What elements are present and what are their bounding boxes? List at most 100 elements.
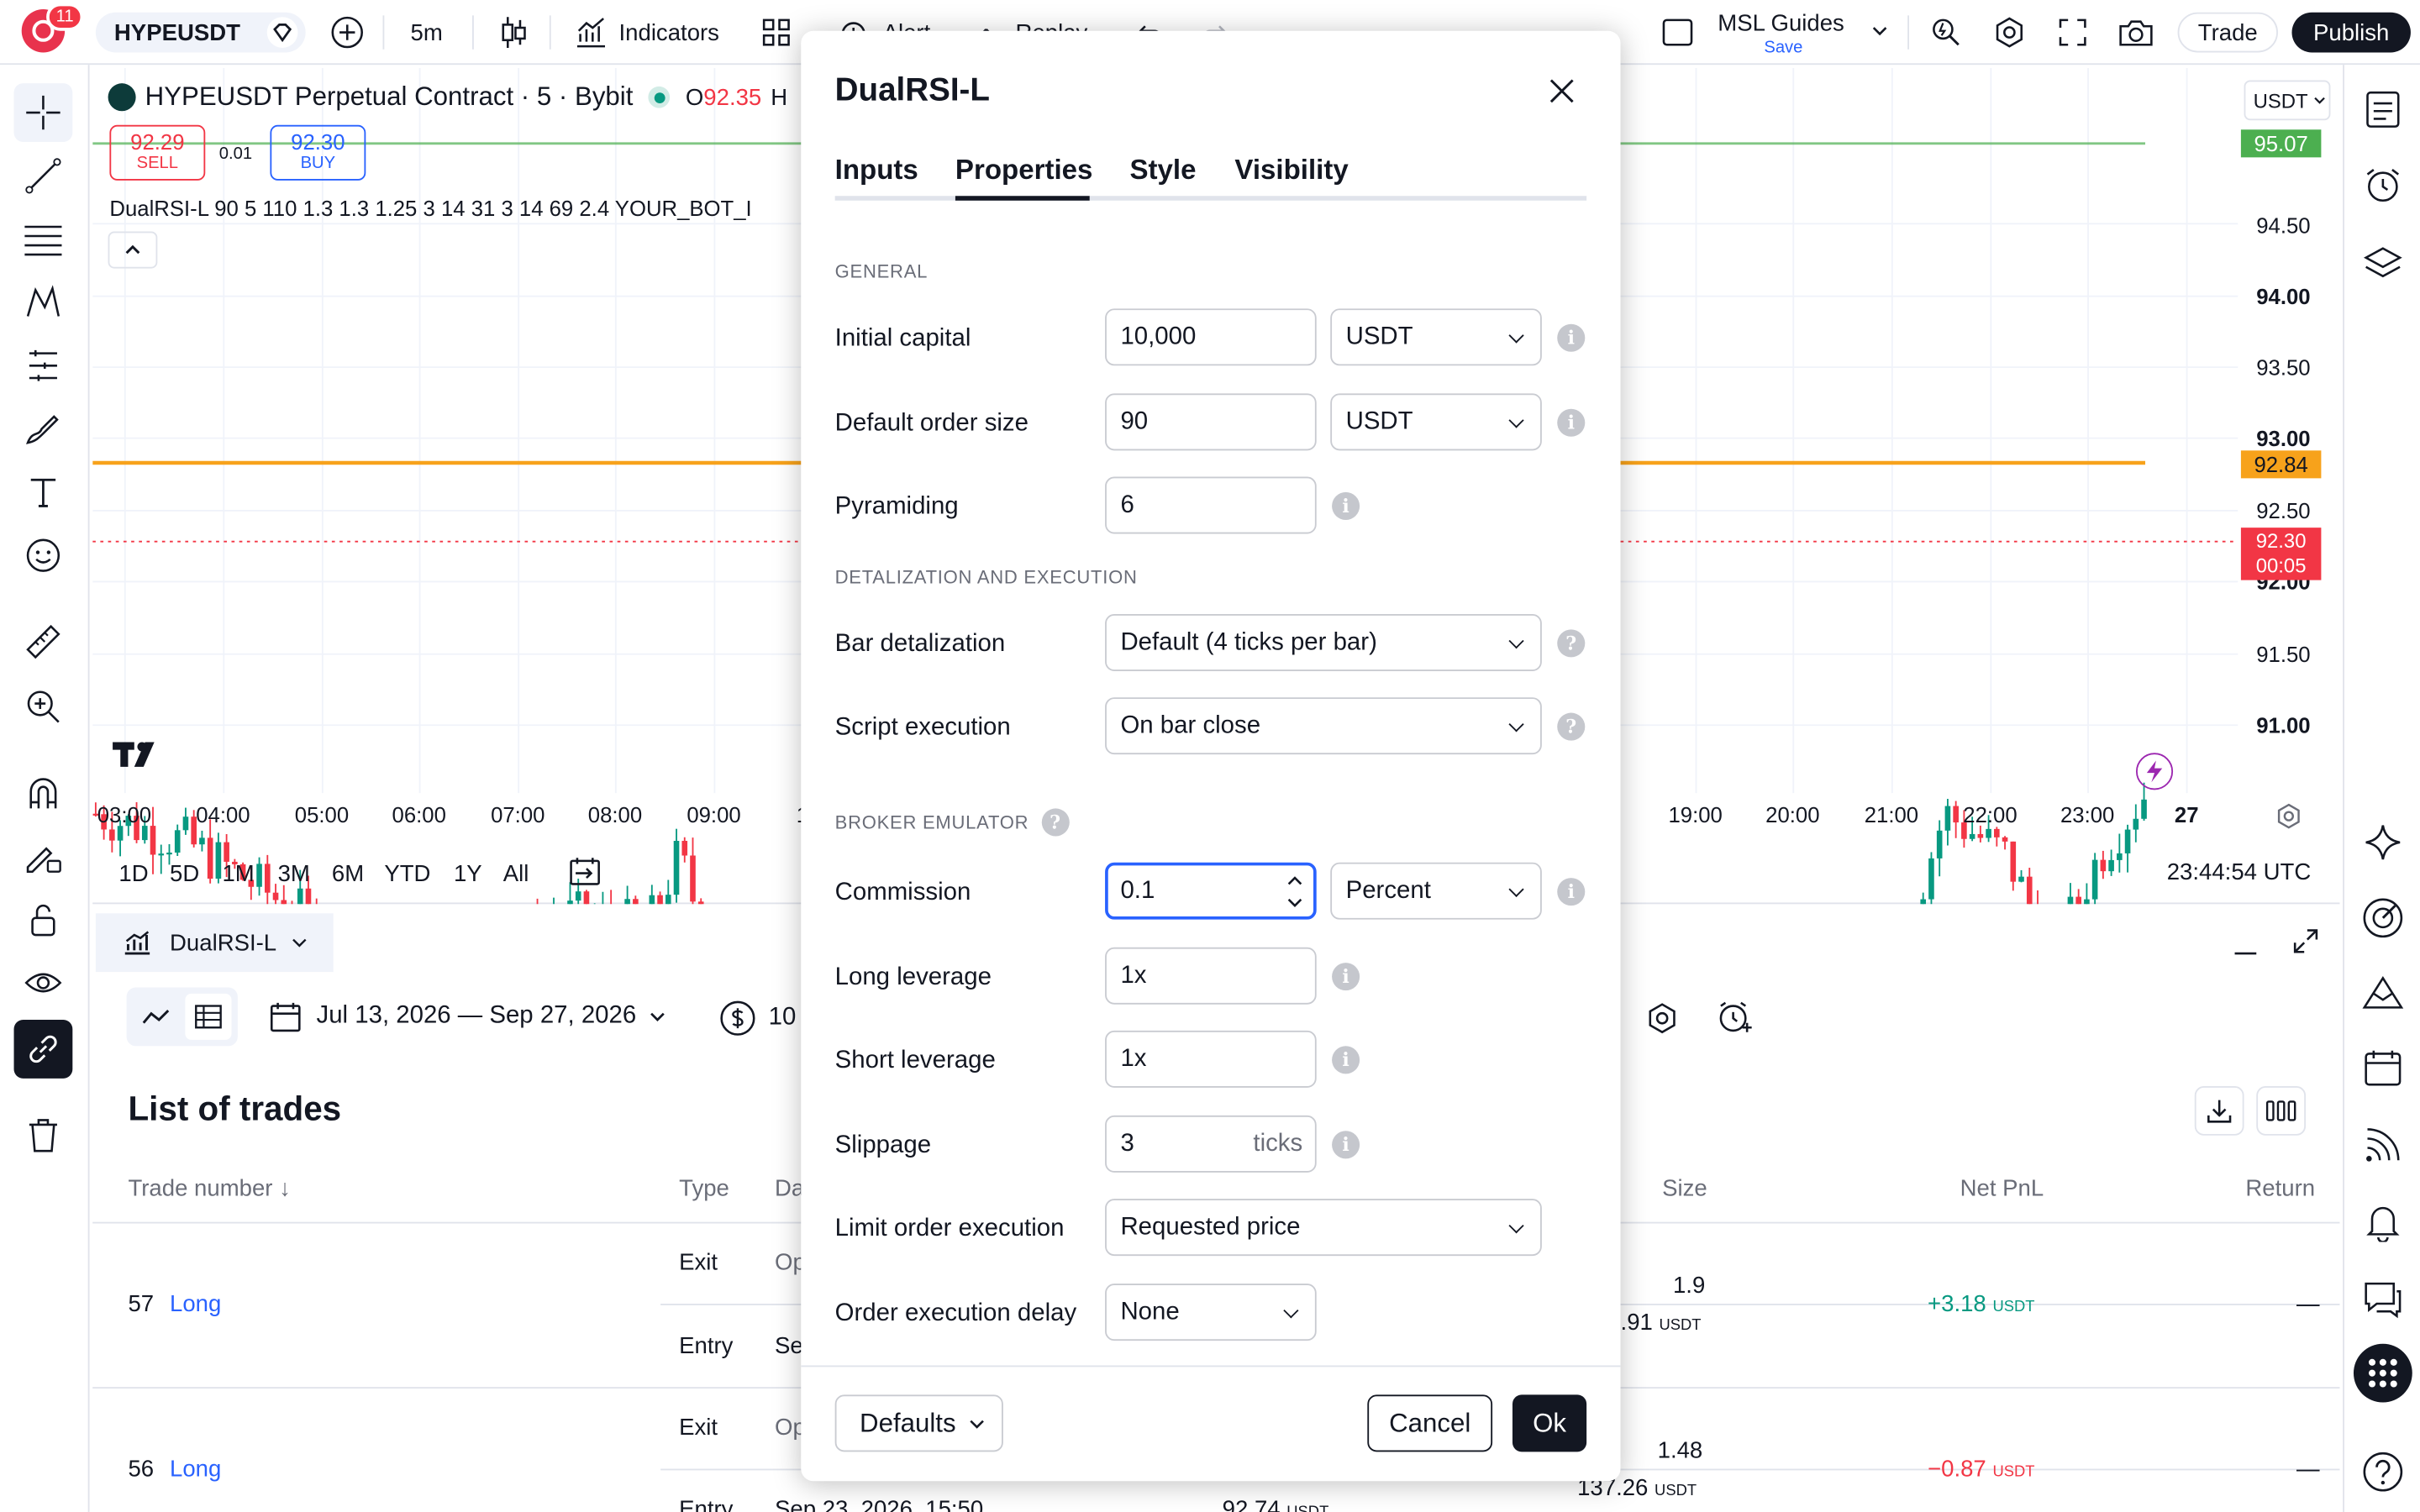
col-type[interactable]: Type: [679, 1176, 729, 1202]
help-button[interactable]: [2354, 1442, 2412, 1501]
sell-button[interactable]: 92.29 SELL: [109, 124, 206, 181]
defaults-button[interactable]: Defaults: [834, 1394, 1003, 1452]
info-icon[interactable]: i: [1557, 408, 1586, 437]
range-button-5d[interactable]: 5D: [170, 861, 199, 887]
col-return[interactable]: Return: [2245, 1176, 2315, 1202]
stay-in-drawing-mode[interactable]: [14, 827, 73, 885]
brush-tool[interactable]: [14, 400, 73, 459]
minimize-panel-button[interactable]: [2232, 929, 2260, 957]
info-icon[interactable]: i: [1332, 1131, 1360, 1159]
layout-menu-button[interactable]: MSL Guides Save: [1713, 6, 1898, 58]
goto-date-button[interactable]: [568, 855, 602, 889]
tab-properties[interactable]: Properties: [955, 155, 1093, 187]
currency-selector[interactable]: USDT: [2244, 80, 2331, 121]
fullscreen-button[interactable]: [2057, 13, 2088, 53]
col-date[interactable]: Da: [775, 1176, 804, 1202]
hide-drawings[interactable]: [14, 953, 73, 1012]
strategy-tab[interactable]: DualRSI-L: [95, 913, 334, 973]
chart-settings-button[interactable]: [2275, 802, 2302, 830]
date-range-selector[interactable]: Jul 13, 2026 — Sep 27, 2026: [269, 1000, 667, 1033]
screener-button[interactable]: [2354, 889, 2412, 948]
object-tree-button[interactable]: [2354, 234, 2412, 293]
table-view-button[interactable]: [185, 993, 232, 1040]
info-icon[interactable]: i: [1557, 323, 1586, 352]
calendar-button[interactable]: [2354, 1038, 2412, 1097]
zoom-tool[interactable]: [14, 677, 73, 736]
short-leverage-input[interactable]: 1x: [1105, 1030, 1317, 1088]
add-alert-button[interactable]: [1716, 1000, 1753, 1037]
trade-button[interactable]: Trade: [2177, 12, 2278, 53]
magnet-tool[interactable]: [14, 764, 73, 822]
strategy-settings-button[interactable]: [1645, 1001, 1679, 1035]
products-button[interactable]: [2353, 1343, 2412, 1403]
alerts-button[interactable]: [2354, 156, 2412, 215]
range-button-6m[interactable]: 6M: [332, 861, 364, 887]
info-icon[interactable]: i: [1332, 491, 1360, 520]
quick-search-button[interactable]: [1929, 13, 1963, 53]
default-order-size-unit-select[interactable]: USDT: [1330, 393, 1542, 451]
pattern-tool[interactable]: [14, 273, 73, 332]
tab-style[interactable]: Style: [1129, 155, 1196, 187]
col-size[interactable]: Size: [1662, 1176, 1707, 1202]
commission-type-select[interactable]: Percent: [1330, 862, 1542, 920]
settings-button[interactable]: [1992, 13, 2026, 53]
help-icon[interactable]: ?: [1557, 629, 1586, 658]
stepper-icon[interactable]: [1286, 872, 1304, 912]
range-button-1y[interactable]: 1Y: [454, 861, 482, 887]
symbol-search-button[interactable]: HYPEUSDT: [95, 12, 306, 53]
capital-selector[interactable]: 10: [719, 1000, 796, 1037]
chats-button[interactable]: [2354, 1270, 2412, 1329]
lock-drawings[interactable]: [14, 890, 73, 949]
pine-button[interactable]: [2354, 963, 2412, 1021]
range-button-ytd[interactable]: YTD: [384, 861, 430, 887]
script-execution-select[interactable]: On bar close: [1105, 697, 1542, 755]
sync-drawings[interactable]: [13, 1020, 73, 1079]
export-button[interactable]: [2194, 1086, 2244, 1136]
ideas-button[interactable]: [2354, 813, 2412, 872]
add-symbol-button[interactable]: [327, 13, 367, 53]
snapshot-button[interactable]: [2118, 13, 2154, 53]
ok-button[interactable]: Ok: [1512, 1394, 1587, 1452]
bar-detalization-select[interactable]: Default (4 ticks per bar): [1105, 614, 1542, 671]
fib-tool[interactable]: [14, 210, 73, 269]
columns-button[interactable]: [2256, 1086, 2307, 1136]
layouts-button[interactable]: [760, 13, 793, 53]
info-icon[interactable]: i: [1332, 963, 1360, 991]
cancel-button[interactable]: Cancel: [1367, 1394, 1493, 1452]
indicator-legend[interactable]: DualRSI-L 90 5 110 1.3 1.3 1.25 3 14 31 …: [109, 196, 751, 220]
slippage-input[interactable]: 3 ticks: [1105, 1115, 1317, 1173]
limit-order-execution-select[interactable]: Requested price: [1105, 1199, 1542, 1257]
range-button-1d[interactable]: 1D: [118, 861, 148, 887]
maximize-panel-button[interactable]: [2291, 926, 2322, 957]
range-button-all[interactable]: All: [503, 861, 529, 887]
commission-input[interactable]: 0.1: [1105, 862, 1317, 920]
tab-inputs[interactable]: Inputs: [835, 155, 918, 187]
col-trade-number[interactable]: Trade number ↓: [128, 1176, 290, 1202]
order-execution-delay-select[interactable]: None: [1105, 1284, 1317, 1341]
range-button-3m[interactable]: 3M: [278, 861, 310, 887]
help-icon[interactable]: ?: [1557, 712, 1586, 741]
info-icon[interactable]: i: [1557, 878, 1586, 906]
buy-button[interactable]: 92.30 BUY: [270, 124, 366, 181]
remove-drawings[interactable]: [14, 1106, 73, 1165]
indicators-button[interactable]: Indicators: [574, 13, 719, 53]
interval-button[interactable]: 5m: [411, 13, 443, 53]
notifications-button[interactable]: [2354, 1193, 2412, 1252]
tab-visibility[interactable]: Visibility: [1234, 155, 1348, 187]
close-dialog-button[interactable]: [1542, 71, 1582, 111]
projection-tool[interactable]: [14, 336, 73, 395]
collapse-legend-button[interactable]: [108, 231, 158, 269]
range-button-1m[interactable]: 1M: [222, 861, 254, 887]
pyramiding-input[interactable]: 6: [1105, 476, 1317, 534]
col-net-pnl[interactable]: Net PnL: [1960, 1176, 2044, 1202]
fullscreen-toggle[interactable]: [1660, 13, 1694, 53]
text-tool[interactable]: [14, 463, 73, 522]
chart-type-button[interactable]: [497, 13, 530, 53]
chart-view-button[interactable]: [133, 994, 179, 1040]
diamond-icon[interactable]: [266, 15, 299, 49]
trend-line-tool[interactable]: [14, 146, 73, 205]
measure-tool[interactable]: [14, 612, 73, 671]
default-order-size-input[interactable]: 90: [1105, 393, 1317, 451]
initial-capital-input[interactable]: 10,000: [1105, 308, 1317, 366]
publish-button[interactable]: Publish: [2291, 12, 2411, 53]
